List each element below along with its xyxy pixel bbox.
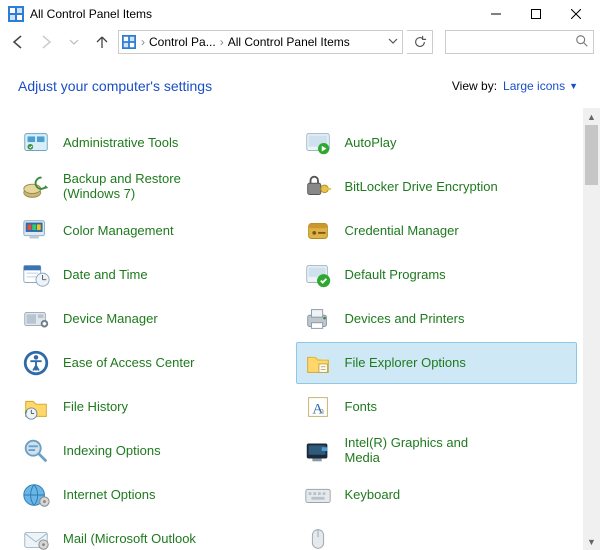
item-label: Intel(R) Graphics and Media xyxy=(345,436,500,466)
control-panel-item[interactable]: Mail (Microsoft Outlook xyxy=(14,518,296,550)
item-label: Default Programs xyxy=(345,268,446,283)
address-history-dropdown[interactable] xyxy=(386,35,400,49)
control-panel-item[interactable]: Date and Time xyxy=(14,254,296,296)
chevron-right-icon[interactable]: › xyxy=(218,35,226,49)
item-label: Fonts xyxy=(345,400,378,415)
backup-icon xyxy=(21,172,51,202)
close-button[interactable] xyxy=(556,0,596,28)
file-explorer-options-icon xyxy=(303,348,333,378)
control-panel-icon xyxy=(8,6,24,22)
device-manager-icon xyxy=(21,304,51,334)
control-panel-item[interactable]: Credential Manager xyxy=(296,210,578,252)
keyboard-icon xyxy=(303,480,333,510)
control-panel-item[interactable]: Devices and Printers xyxy=(296,298,578,340)
item-label: Internet Options xyxy=(63,488,156,503)
item-label: Credential Manager xyxy=(345,224,459,239)
admin-tools-icon xyxy=(21,128,51,158)
item-label: BitLocker Drive Encryption xyxy=(345,180,498,195)
indexing-icon xyxy=(21,436,51,466)
intel-graphics-icon xyxy=(303,436,333,466)
control-panel-item[interactable]: Default Programs xyxy=(296,254,578,296)
items-grid: Administrative Tools AutoPlay Backup and R… xyxy=(0,108,583,550)
maximize-button[interactable] xyxy=(516,0,556,28)
up-button[interactable] xyxy=(90,30,114,54)
default-programs-icon xyxy=(303,260,333,290)
datetime-icon xyxy=(21,260,51,290)
control-panel-item[interactable]: BitLocker Drive Encryption xyxy=(296,166,578,208)
item-label: Backup and Restore (Windows 7) xyxy=(63,172,218,202)
refresh-button[interactable] xyxy=(407,30,433,54)
breadcrumb-control-panel[interactable]: Control Pa... xyxy=(149,35,216,49)
control-panel-item[interactable]: Ease of Access Center xyxy=(14,342,296,384)
credential-icon xyxy=(303,216,333,246)
chevron-down-icon: ▼ xyxy=(569,81,578,91)
ease-of-access-icon xyxy=(21,348,51,378)
devices-printers-icon xyxy=(303,304,333,334)
mail-icon xyxy=(21,524,51,550)
window-title: All Control Panel Items xyxy=(30,7,152,21)
search-icon xyxy=(575,34,589,51)
item-label: Device Manager xyxy=(63,312,158,327)
bitlocker-icon xyxy=(303,172,333,202)
minimize-button[interactable] xyxy=(476,0,516,28)
control-panel-item[interactable]: Keyboard xyxy=(296,474,578,516)
fonts-icon: Aa xyxy=(303,392,333,422)
search-input[interactable] xyxy=(445,30,594,54)
view-by-label: View by: xyxy=(452,79,497,93)
item-label: AutoPlay xyxy=(345,136,397,151)
scroll-down-button[interactable]: ▼ xyxy=(583,533,600,550)
control-panel-item[interactable]: Device Manager xyxy=(14,298,296,340)
breadcrumb-all-items[interactable]: All Control Panel Items xyxy=(228,35,350,49)
scroll-up-button[interactable]: ▲ xyxy=(583,108,600,125)
color-mgmt-icon xyxy=(21,216,51,246)
item-label: File History xyxy=(63,400,128,415)
forward-button[interactable] xyxy=(34,30,58,54)
item-label: File Explorer Options xyxy=(345,356,466,371)
control-panel-item[interactable]: Indexing Options xyxy=(14,430,296,472)
control-panel-item[interactable]: Internet Options xyxy=(14,474,296,516)
item-label: Mail (Microsoft Outlook xyxy=(63,532,196,547)
recent-locations-button[interactable] xyxy=(62,30,86,54)
item-label: Ease of Access Center xyxy=(63,356,195,371)
titlebar: All Control Panel Items xyxy=(0,0,600,28)
internet-options-icon xyxy=(21,480,51,510)
item-label: Date and Time xyxy=(63,268,148,283)
view-by-dropdown[interactable]: Large icons ▼ xyxy=(503,79,578,93)
file-history-icon xyxy=(21,392,51,422)
item-label: Color Management xyxy=(63,224,174,239)
control-panel-item[interactable]: Administrative Tools xyxy=(14,122,296,164)
autoplay-icon xyxy=(303,128,333,158)
back-button[interactable] xyxy=(6,30,30,54)
control-panel-item[interactable]: Color Management xyxy=(14,210,296,252)
item-label: Devices and Printers xyxy=(345,312,465,327)
control-panel-item[interactable]: AutoPlay xyxy=(296,122,578,164)
control-panel-item[interactable] xyxy=(296,518,578,550)
scrollbar[interactable]: ▲ ▼ xyxy=(583,108,600,550)
item-label: Keyboard xyxy=(345,488,401,503)
control-panel-item[interactable]: Intel(R) Graphics and Media xyxy=(296,430,578,472)
item-label: Indexing Options xyxy=(63,444,161,459)
control-panel-item[interactable]: File History xyxy=(14,386,296,428)
control-panel-item[interactable]: Backup and Restore (Windows 7) xyxy=(14,166,296,208)
mouse-icon xyxy=(303,524,333,550)
chevron-right-icon[interactable]: › xyxy=(139,35,147,49)
page-heading: Adjust your computer's settings xyxy=(18,78,212,94)
control-panel-item[interactable]: File Explorer Options xyxy=(296,342,578,384)
item-label: Administrative Tools xyxy=(63,136,178,151)
view-by-value: Large icons xyxy=(503,79,565,93)
scroll-thumb[interactable] xyxy=(585,125,598,185)
heading-row: Adjust your computer's settings View by:… xyxy=(0,60,600,100)
control-panel-icon xyxy=(121,34,137,50)
control-panel-item[interactable]: Aa Fonts xyxy=(296,386,578,428)
address-bar[interactable]: › Control Pa... › All Control Panel Item… xyxy=(118,30,403,54)
nav-row: › Control Pa... › All Control Panel Item… xyxy=(0,28,600,60)
